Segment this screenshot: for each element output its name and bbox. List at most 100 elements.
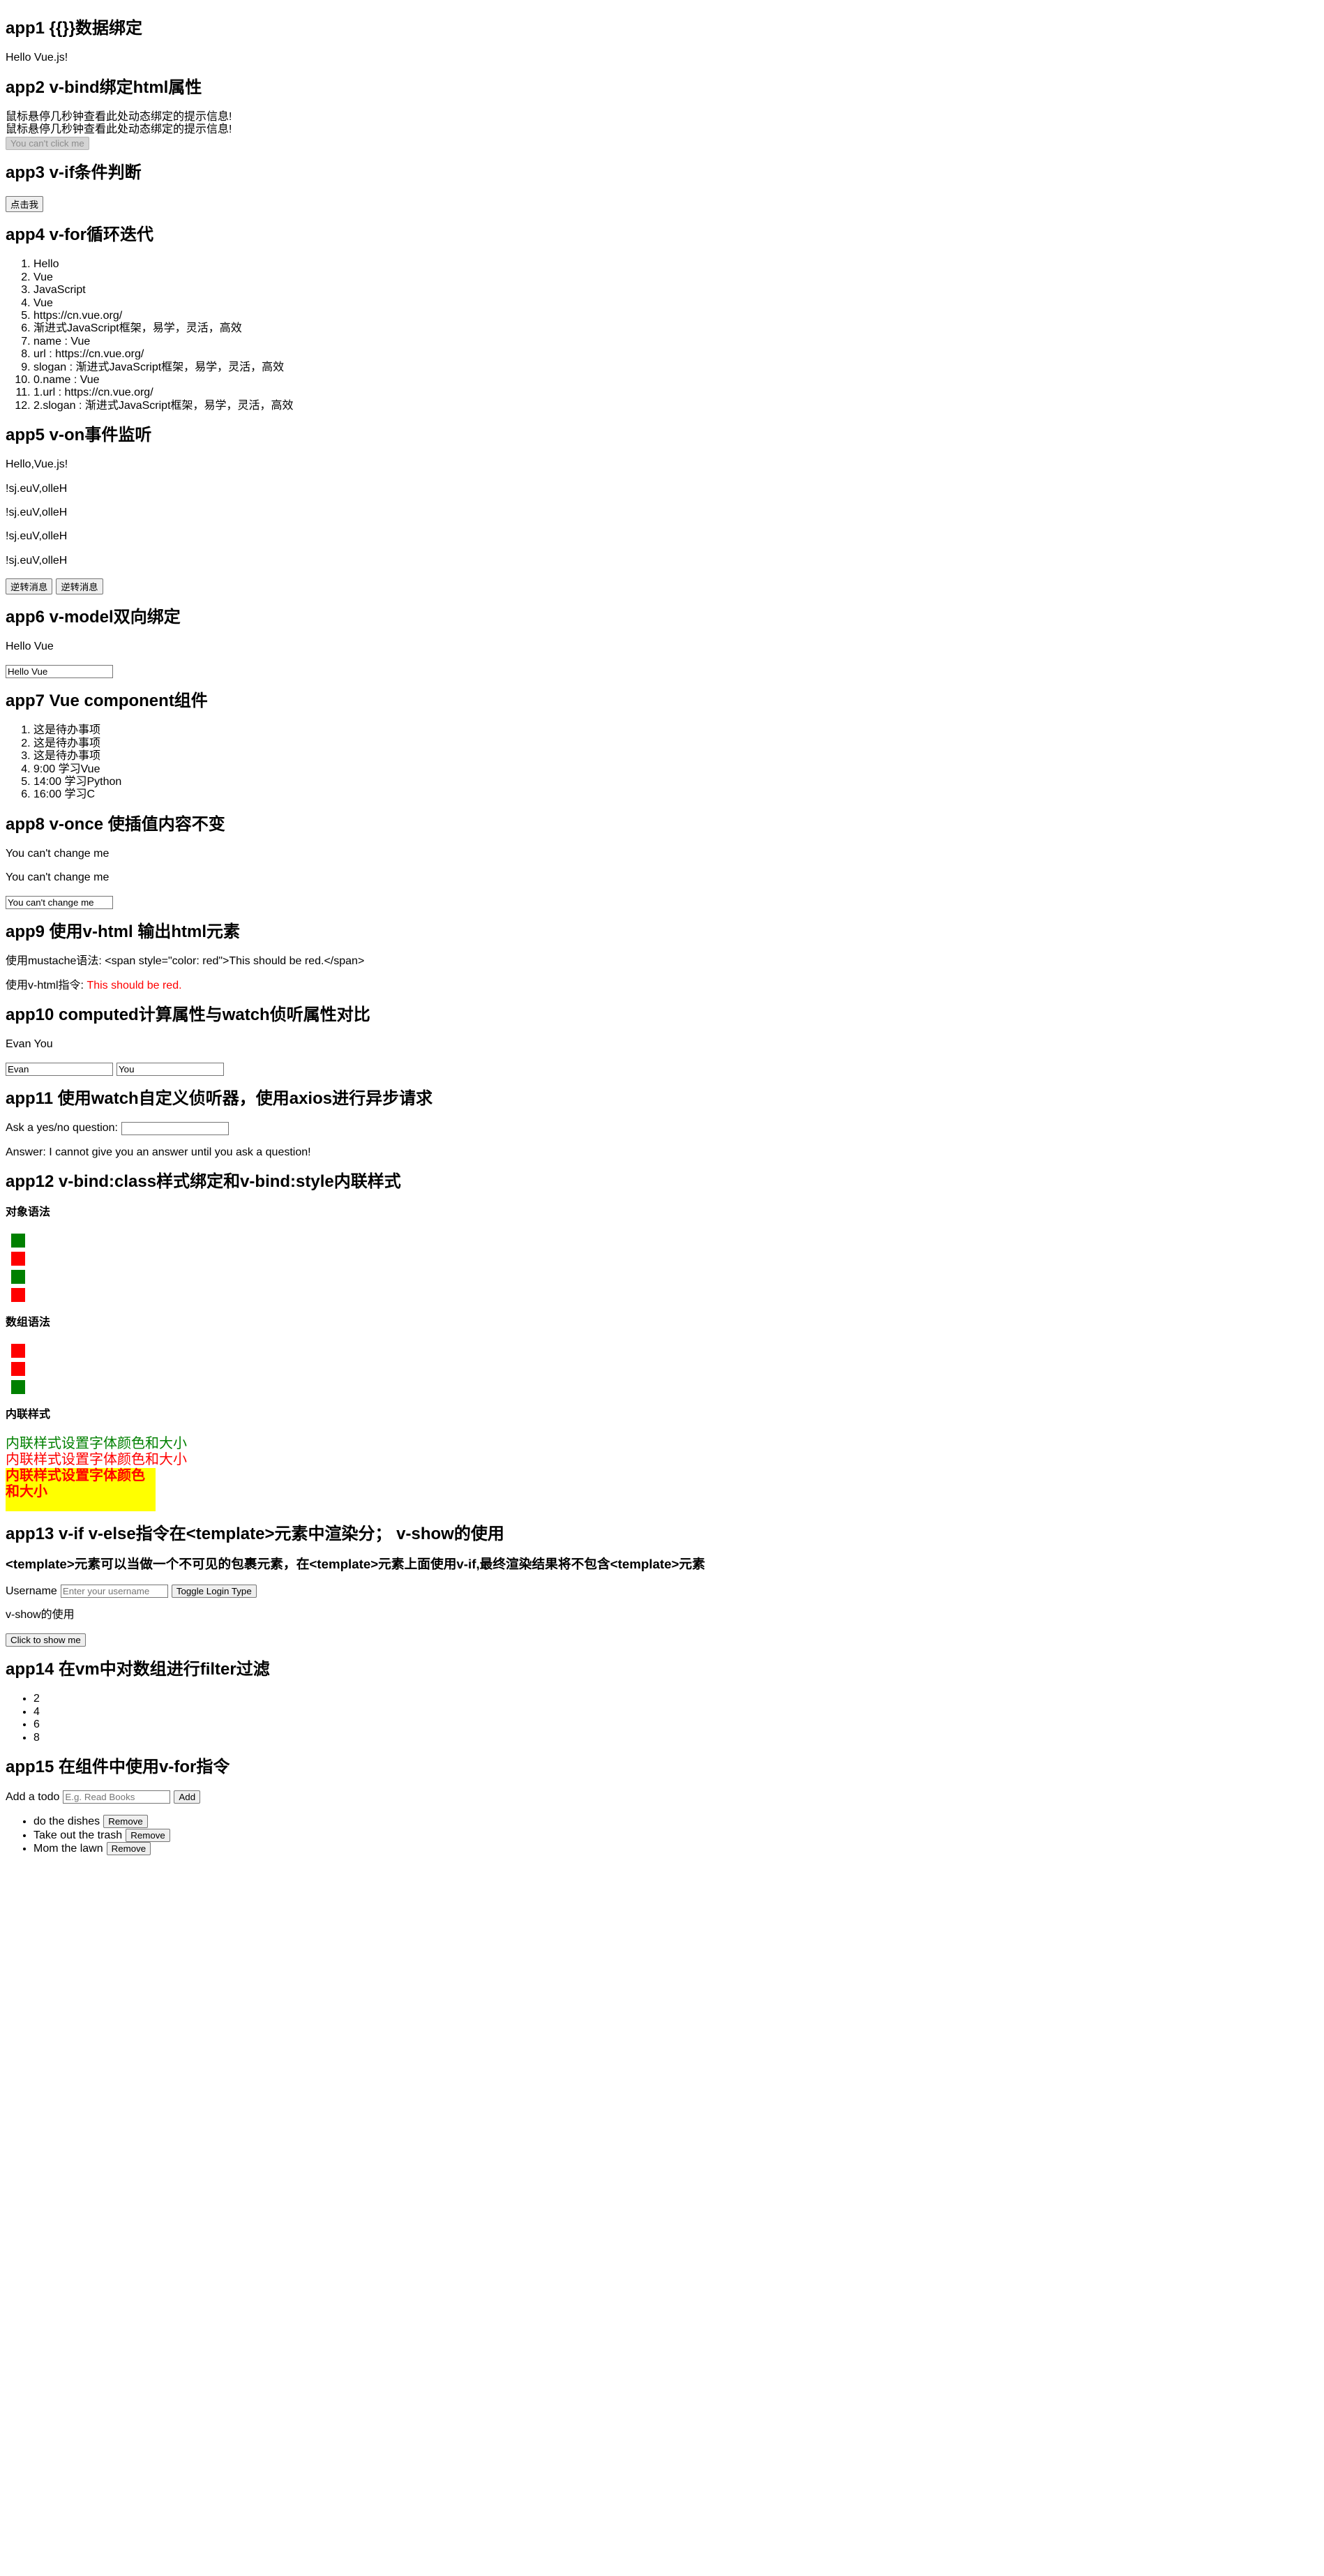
app5-reverse-button-1[interactable]: 逆转消息: [6, 578, 53, 595]
app3-heading: app3 v-if条件判断: [6, 163, 142, 182]
list-item: 16:00 学习C: [33, 788, 1318, 801]
app12-object-syntax-heading: 对象语法: [6, 1206, 51, 1218]
app13-vshow-row: Click to show me: [6, 1633, 1318, 1647]
app13-heading: app13 v-if v-else指令在<template>元素中渲染分； v-…: [6, 1524, 504, 1543]
color-swatch: [11, 1269, 25, 1284]
color-swatch: [11, 1361, 25, 1376]
list-item: 6: [33, 1718, 1318, 1731]
app13-show-button[interactable]: Click to show me: [6, 1633, 86, 1647]
app10-first-name-input[interactable]: [6, 1062, 113, 1076]
app12-array-syntax-swatches: [6, 1343, 1318, 1394]
app14-list: 2 4 6 8: [6, 1693, 1318, 1744]
list-item: Vue: [33, 297, 1318, 310]
inline-style-row: 内联样式设置字体颜色和大小: [6, 1467, 156, 1511]
list-item: 2.slogan : 渐进式JavaScript框架，易学，灵活，高效: [33, 400, 1318, 412]
app11-question-row: Ask a yes/no question:: [6, 1121, 1318, 1135]
list-item: https://cn.vue.org/: [33, 310, 1318, 322]
app12-array-syntax-heading: 数组语法: [6, 1316, 51, 1328]
list-item: Mom the lawnRemove: [33, 1842, 1318, 1855]
list-item: 这是待办事项: [33, 737, 1318, 750]
color-swatch: [11, 1343, 25, 1358]
app8-heading: app8 v-once 使插值内容不变: [6, 814, 225, 834]
app11-question-input[interactable]: [121, 1121, 229, 1135]
app13-login-row: Username Toggle Login Type: [6, 1585, 1318, 1598]
app10-last-name-input[interactable]: [116, 1062, 224, 1076]
app1-heading: app1 {{}}数据绑定: [6, 18, 143, 38]
app15-new-todo-input[interactable]: [63, 1790, 171, 1804]
app9-vhtml-rendered: This should be red.: [86, 979, 182, 991]
app11-answer: Answer: I cannot give you an answer unti…: [6, 1146, 311, 1158]
list-item: JavaScript: [33, 284, 1318, 297]
app5-reverse-button-2[interactable]: 逆转消息: [56, 578, 103, 595]
list-item: do the dishesRemove: [33, 1815, 1318, 1829]
remove-todo-button[interactable]: Remove: [106, 1842, 151, 1855]
app9-vhtml-prefix: 使用v-html指令:: [6, 979, 87, 991]
app3-toggle-button[interactable]: 点击我: [6, 196, 43, 213]
app15-add-button[interactable]: Add: [174, 1790, 201, 1804]
app8-line-1: You can't change me: [6, 847, 110, 860]
app13-username-input[interactable]: [60, 1585, 168, 1598]
app15-add-label: Add a todo: [6, 1790, 60, 1803]
app4-heading: app4 v-for循环迭代: [6, 225, 154, 245]
list-item: name : Vue: [33, 336, 1318, 348]
app13-toggle-login-type-button[interactable]: Toggle Login Type: [171, 1585, 257, 1598]
app2-block: 鼠标悬停几秒钟查看此处动态绑定的提示信息! 鼠标悬停几秒钟查看此处动态绑定的提示…: [6, 111, 1318, 150]
inline-style-row: 内联样式设置字体颜色和大小: [6, 1435, 187, 1451]
app14-heading: app14 在vm中对数组进行filter过滤: [6, 1660, 270, 1679]
app2-tooltip-line-1: 鼠标悬停几秒钟查看此处动态绑定的提示信息!: [6, 110, 232, 123]
color-swatch: [11, 1251, 25, 1266]
app15-heading: app15 在组件中使用v-for指令: [6, 1757, 230, 1776]
list-item: 这是待办事项: [33, 750, 1318, 763]
remove-todo-button[interactable]: Remove: [126, 1828, 170, 1842]
app6-text: Hello Vue: [6, 641, 54, 653]
app3-button-row: 点击我: [6, 196, 1318, 213]
app5-heading: app5 v-on事件监听: [6, 425, 152, 444]
app7-heading: app7 Vue component组件: [6, 691, 208, 711]
list-item: 2: [33, 1693, 1318, 1705]
app13-username-label: Username: [6, 1585, 57, 1597]
app6-input-row: [6, 664, 1318, 678]
list-item: slogan : 渐进式JavaScript框架，易学，灵活，高效: [33, 361, 1318, 374]
app13-vshow-label: v-show的使用: [6, 1609, 75, 1622]
app7-list: 这是待办事项 这是待办事项 这是待办事项 9:00 学习Vue 14:00 学习…: [6, 724, 1318, 801]
remove-todo-button[interactable]: Remove: [103, 1815, 148, 1829]
app5-reversed-3: !sj.euV,olleH: [6, 530, 68, 543]
app9-heading: app9 使用v-html 输出html元素: [6, 922, 241, 942]
list-item: url : https://cn.vue.org/: [33, 348, 1318, 361]
inline-style-row: 内联样式设置字体颜色和大小: [6, 1451, 187, 1467]
list-item: Take out the trashRemove: [33, 1828, 1318, 1842]
app11-question-label: Ask a yes/no question:: [6, 1122, 118, 1135]
todo-text: Take out the trash: [33, 1829, 123, 1841]
app15-todo-list: do the dishesRemove Take out the trashRe…: [6, 1815, 1318, 1855]
app12-inline-style-heading: 内联样式: [6, 1409, 51, 1421]
app8-input-row: [6, 895, 1318, 909]
list-item: 14:00 学习Python: [33, 776, 1318, 788]
app9-vhtml-line: 使用v-html指令: This should be red.: [6, 980, 1318, 992]
color-swatch: [11, 1233, 25, 1248]
list-item: 0.name : Vue: [33, 374, 1318, 387]
list-item: 渐进式JavaScript框架，易学，灵活，高效: [33, 322, 1318, 335]
list-item: 4: [33, 1706, 1318, 1718]
color-swatch: [11, 1287, 25, 1302]
app5-original-message: Hello,Vue.js!: [6, 458, 68, 471]
list-item: Hello: [33, 258, 1318, 271]
app5-reversed-4: !sj.euV,olleH: [6, 554, 68, 567]
app10-heading: app10 computed计算属性与watch侦听属性对比: [6, 1005, 370, 1025]
todo-text: do the dishes: [33, 1815, 100, 1828]
app5-reversed-2: !sj.euV,olleH: [6, 507, 68, 519]
color-swatch: [11, 1379, 25, 1394]
app11-heading: app11 使用watch自定义侦听器，使用axios进行异步请求: [6, 1088, 433, 1108]
app5-reversed-1: !sj.euV,olleH: [6, 482, 68, 495]
app2-tooltip-line-2: 鼠标悬停几秒钟查看此处动态绑定的提示信息!: [6, 123, 232, 136]
list-item: Vue: [33, 271, 1318, 284]
app1-message: Hello Vue.js!: [6, 52, 68, 64]
app2-disabled-button[interactable]: You can't click me: [6, 136, 89, 150]
list-item: 这是待办事项: [33, 724, 1318, 737]
app6-heading: app6 v-model双向绑定: [6, 608, 181, 627]
app12-inline-style-rows: 内联样式设置字体颜色和大小 内联样式设置字体颜色和大小 内联样式设置字体颜色和大…: [6, 1436, 1318, 1511]
app4-list: Hello Vue JavaScript Vue https://cn.vue.…: [6, 258, 1318, 412]
app9-mustache-line: 使用mustache语法: <span style="color: red">T…: [6, 955, 365, 968]
list-item: 1.url : https://cn.vue.org/: [33, 387, 1318, 399]
app8-once-input[interactable]: [6, 895, 113, 909]
app6-model-input[interactable]: [6, 664, 113, 678]
